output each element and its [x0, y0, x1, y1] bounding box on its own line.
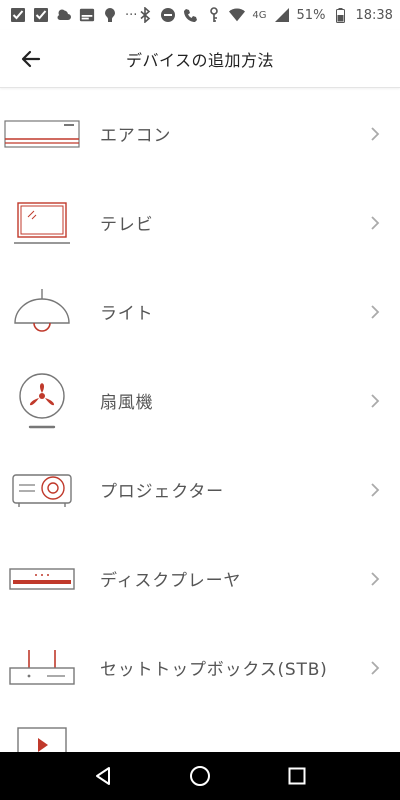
chevron-right-icon: [370, 304, 382, 320]
status-bar: ··· 4G 51% 18:38: [0, 0, 400, 30]
list-item-air-conditioner[interactable]: エアコン: [0, 89, 400, 178]
chevron-right-icon: [370, 215, 382, 231]
back-button[interactable]: [12, 40, 50, 78]
fan-icon: [4, 356, 80, 445]
battery-percent: 51%: [296, 7, 326, 23]
weather-icon: [56, 7, 72, 23]
air-conditioner-icon: [4, 89, 80, 178]
back-triangle-icon: [96, 767, 111, 785]
nav-back-button[interactable]: [83, 756, 123, 796]
list-item-set-top-box[interactable]: セットトップボックス(STB): [0, 623, 400, 712]
list-item-tv[interactable]: テレビ: [0, 178, 400, 267]
nav-recents-button[interactable]: [277, 756, 317, 796]
usb-debug-icon: [102, 7, 118, 23]
list-item-light[interactable]: ライト: [0, 267, 400, 356]
more-notifications: ···: [125, 7, 138, 23]
projector-icon: [4, 445, 80, 534]
arrow-left-icon: [21, 50, 41, 68]
tv-icon: [4, 178, 80, 267]
list-item-label: エアコン: [100, 126, 172, 146]
system-nav-bar: [0, 752, 400, 800]
list-item-disc-player[interactable]: ディスクプレーヤ: [0, 534, 400, 623]
checkbox-notification-icon: [10, 7, 26, 23]
home-circle-icon: [189, 766, 210, 786]
list-item-media[interactable]: [0, 712, 400, 752]
app-bar: デバイスの追加方法: [0, 30, 400, 88]
status-left: ···: [10, 7, 137, 23]
key-icon: [206, 7, 222, 23]
list-item-fan[interactable]: 扇風機: [0, 356, 400, 445]
dnd-icon: [160, 7, 176, 23]
chevron-right-icon: [370, 482, 382, 498]
light-icon: [4, 267, 80, 356]
disc-player-icon: [4, 534, 80, 623]
4g-call-icon: [183, 7, 199, 23]
chevron-right-icon: [370, 660, 382, 676]
clock: 18:38: [355, 7, 393, 23]
bluetooth-icon: [137, 7, 153, 23]
recents-square-icon: [288, 767, 306, 785]
status-right: 4G 51% 18:38: [137, 7, 393, 23]
list-item-label: プロジェクター: [100, 482, 224, 502]
media-icon: [4, 712, 80, 752]
page-title: デバイスの追加方法: [125, 50, 275, 70]
list-item-label: セットトップボックス(STB): [100, 660, 328, 680]
chevron-right-icon: [370, 571, 382, 587]
wifi-icon: [229, 7, 246, 23]
list-item-label: ライト: [100, 304, 154, 324]
battery-icon: [332, 7, 348, 23]
checkbox-notification-icon: [33, 7, 49, 23]
list-item-projector[interactable]: プロジェクター: [0, 445, 400, 534]
chevron-right-icon: [370, 126, 382, 142]
signal-icon: [274, 7, 290, 23]
network-type: 4G: [252, 9, 267, 21]
list-item-label: テレビ: [100, 215, 154, 235]
device-list: エアコン テレビ ライト 扇風機 プロジェクター ディスクプレーヤ セットトップ…: [0, 89, 400, 752]
list-item-label: 扇風機: [100, 393, 154, 413]
chevron-right-icon: [370, 393, 382, 409]
nav-home-button[interactable]: [180, 756, 220, 796]
set-top-box-icon: [4, 623, 80, 712]
list-item-label: ディスクプレーヤ: [100, 571, 242, 591]
au-pay-icon: [79, 7, 95, 23]
